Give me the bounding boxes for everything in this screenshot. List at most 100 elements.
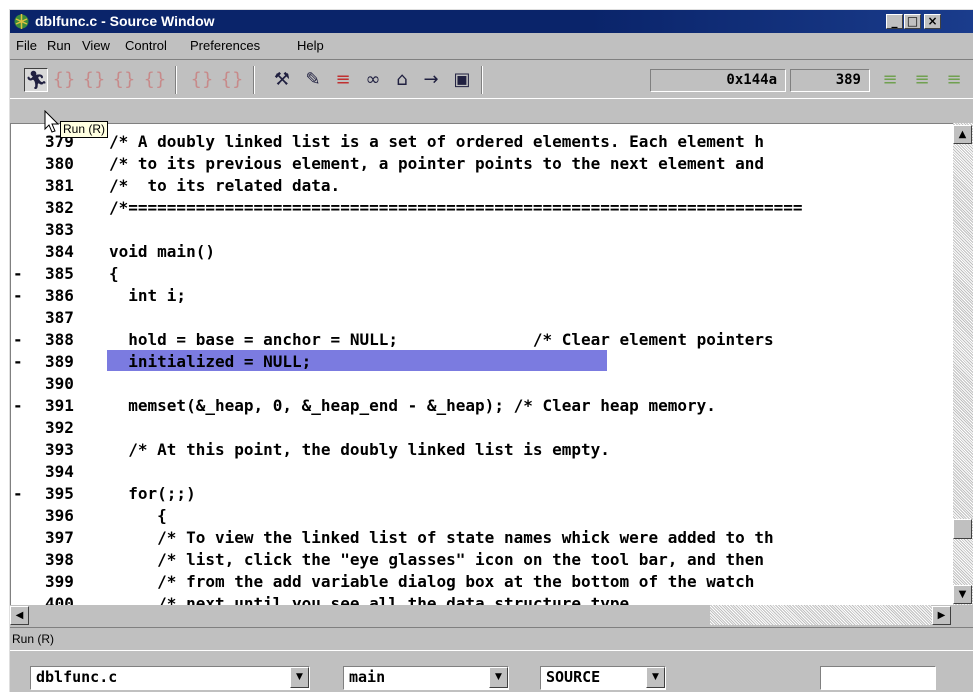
line-number: 386 — [45, 286, 74, 305]
scroll-right-button[interactable]: ▶ — [932, 606, 951, 625]
code-line[interactable]: 397 /* To view the linked list of state … — [11, 527, 953, 549]
watch-icon[interactable]: ∞ — [361, 68, 385, 92]
line-text: /* next until you see all the data struc… — [109, 594, 630, 605]
title-bar[interactable]: dblfunc.c - Source Window _ □ × — [10, 10, 973, 33]
hscroll-track[interactable] — [710, 605, 932, 625]
line-text: hold = base = anchor = NULL; /* Clear el… — [109, 330, 774, 349]
code-line[interactable]: 381 /* to its related data. — [11, 175, 953, 197]
minimize-button[interactable]: _ — [886, 14, 903, 29]
code-line[interactable]: 393 /* At this point, the doubly linked … — [11, 439, 953, 461]
menu-file[interactable]: File — [16, 38, 37, 53]
locals-icon[interactable]: ⌂ — [390, 68, 414, 92]
code-line[interactable]: 384 void main() — [11, 241, 953, 263]
breakpoint-marker[interactable]: - — [13, 395, 25, 417]
code-line[interactable]: 396 { — [11, 505, 953, 527]
line-number: 391 — [45, 396, 74, 415]
menu-preferences[interactable]: Preferences — [190, 38, 260, 53]
run-tooltip: Run (R) — [60, 121, 109, 138]
code-line[interactable]: 392 — [11, 417, 953, 439]
scroll-thumb[interactable] — [953, 519, 972, 539]
code-line[interactable]: - 388 hold = base = anchor = NULL; /* Cle… — [11, 329, 953, 351]
breakpoint-marker[interactable]: - — [13, 483, 25, 505]
horizontal-scrollbar[interactable]: ◀ ▶ — [10, 605, 953, 625]
step-asm-icon[interactable]: {} — [190, 68, 214, 92]
menu-run[interactable]: Run — [47, 38, 71, 53]
function-combo[interactable]: main ▼ — [343, 666, 509, 690]
breakpoint-marker[interactable]: - — [13, 329, 25, 351]
line-text: /*======================================… — [109, 198, 803, 217]
code-line[interactable]: 380 /* to its previous element, a pointer… — [11, 153, 953, 175]
breakpoints-icon[interactable]: → — [419, 68, 443, 92]
finish-icon[interactable]: {} — [112, 68, 136, 92]
function-combo-value: main — [349, 668, 386, 686]
line-text: initialized = NULL; — [109, 352, 312, 371]
line-text: /* A doubly linked list is a set of orde… — [109, 132, 765, 151]
scroll-left-button[interactable]: ◀ — [10, 606, 29, 625]
breakpoint-marker[interactable]: - — [13, 351, 25, 373]
chevron-down-icon[interactable]: ▼ — [489, 667, 508, 688]
menu-help[interactable]: Help — [297, 38, 324, 53]
line-number: 389 — [45, 352, 74, 371]
toolbar-separator — [481, 66, 483, 94]
source-code-view[interactable]: 379/* A doubly linked list is a set of o… — [10, 123, 953, 605]
line-text: /* At this point, the doubly linked list… — [109, 440, 610, 459]
run-icon[interactable]: 🏃︎ — [24, 68, 48, 92]
line-number: 399 — [45, 572, 74, 591]
code-line[interactable]: 398 /* list, click the "eye glasses" ico… — [11, 549, 953, 571]
scroll-up-button[interactable]: ▲ — [953, 125, 972, 144]
code-line[interactable]: 383 — [11, 219, 953, 241]
code-line[interactable]: 382 /*===================================… — [11, 197, 953, 219]
menu-control[interactable]: Control — [125, 38, 167, 53]
line-number: 395 — [45, 484, 74, 503]
code-line[interactable]: 400 /* next until you see all the data s… — [11, 593, 953, 605]
code-line[interactable]: 390 — [11, 373, 953, 395]
code-line[interactable]: - 386 int i; — [11, 285, 953, 307]
line-text: { — [109, 506, 167, 525]
line-number: 380 — [45, 154, 74, 173]
chevron-down-icon[interactable]: ▼ — [646, 667, 665, 688]
code-line[interactable]: - 395 for(;;) — [11, 483, 953, 505]
maximize-button[interactable]: □ — [904, 14, 921, 29]
registers-icon[interactable]: ⚒ — [270, 68, 294, 92]
code-line[interactable]: - 389 initialized = NULL; — [11, 351, 953, 373]
down-frame-icon[interactable]: ≡ — [878, 68, 902, 92]
code-line[interactable]: 387 — [11, 307, 953, 329]
continue-icon[interactable]: {} — [143, 68, 167, 92]
line-number: 383 — [45, 220, 74, 239]
scroll-down-button[interactable]: ▼ — [953, 585, 972, 604]
up-frame-icon[interactable]: ≡ — [910, 68, 934, 92]
code-line[interactable]: 394 — [11, 461, 953, 483]
line-text: { — [109, 264, 119, 283]
vertical-scrollbar[interactable]: ▲ ▼ — [953, 123, 973, 605]
console-icon[interactable]: ▣ — [450, 68, 474, 92]
close-button[interactable]: × — [924, 14, 941, 29]
next-icon[interactable]: {} — [82, 68, 106, 92]
menu-view[interactable]: View — [82, 38, 110, 53]
toolbar-separator — [175, 66, 177, 94]
line-number: 398 — [45, 550, 74, 569]
chevron-down-icon[interactable]: ▼ — [290, 667, 309, 688]
line-text: int i; — [109, 286, 187, 305]
mouse-cursor-icon — [44, 110, 60, 133]
source-window: dblfunc.c - Source Window _ □ × File Run… — [9, 9, 973, 692]
line-number: 392 — [45, 418, 74, 437]
line-number: 400 — [45, 594, 74, 605]
mode-combo[interactable]: SOURCE ▼ — [540, 666, 666, 690]
extra-field[interactable] — [820, 666, 936, 690]
code-line[interactable]: 379/* A doubly linked list is a set of o… — [11, 131, 953, 153]
line-number: 381 — [45, 176, 74, 195]
file-combo[interactable]: dblfunc.c ▼ — [30, 666, 310, 690]
line-number: 396 — [45, 506, 74, 525]
line-display: 389 — [790, 69, 870, 92]
code-line[interactable]: 399 /* from the add variable dialog box … — [11, 571, 953, 593]
bottom-frame-icon[interactable]: ≡ — [942, 68, 966, 92]
line-number: 385 — [45, 264, 74, 283]
stack-icon[interactable]: ≡ — [331, 68, 355, 92]
code-line[interactable]: - 391 memset(&_heap, 0, &_heap_end - &_he… — [11, 395, 953, 417]
breakpoint-marker[interactable]: - — [13, 263, 25, 285]
code-line[interactable]: - 385 { — [11, 263, 953, 285]
memory-icon[interactable]: ✎ — [301, 68, 325, 92]
next-asm-icon[interactable]: {} — [220, 68, 244, 92]
breakpoint-marker[interactable]: - — [13, 285, 25, 307]
step-icon[interactable]: {} — [52, 68, 76, 92]
